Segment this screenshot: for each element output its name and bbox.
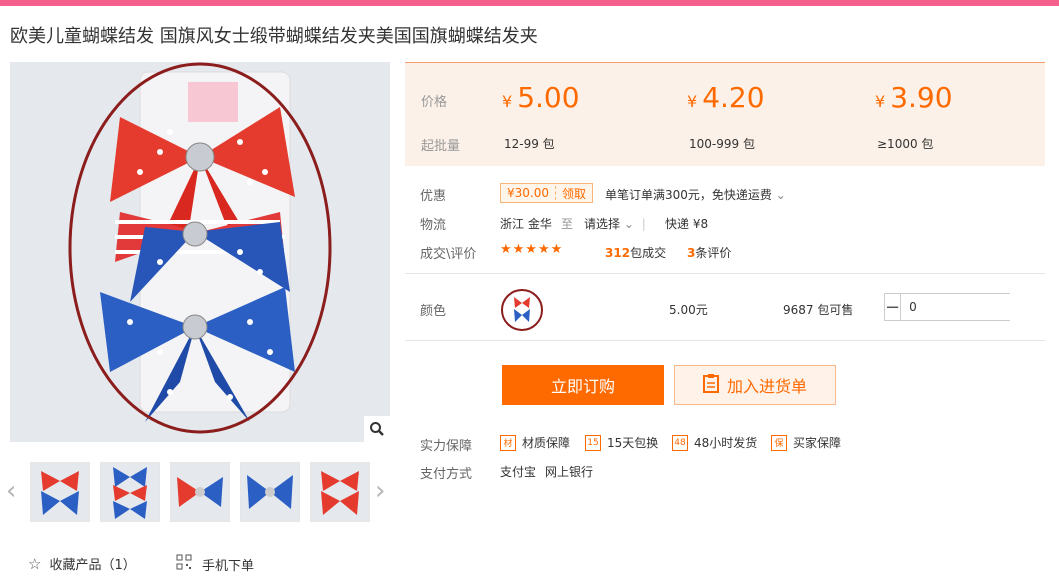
- add-to-cart-label: 加入进货单: [726, 377, 807, 396]
- price-tier-2: ¥4.20: [687, 81, 765, 114]
- guarantee-material[interactable]: 材 材质保障: [500, 434, 570, 451]
- chevron-down-icon: ⌄: [775, 188, 786, 202]
- logistics-origin: 浙江 金华: [500, 217, 552, 231]
- logistics-label: 物流: [420, 218, 447, 233]
- color-swatch[interactable]: [501, 289, 543, 331]
- thumbnail-3[interactable]: [170, 462, 230, 522]
- payment-online-bank: 网上银行: [545, 465, 594, 479]
- divider: [405, 273, 1045, 274]
- rating-stars: ★★★★★: [500, 242, 564, 257]
- guarantee-shipping[interactable]: 48 48小时发货: [672, 434, 757, 451]
- shield-icon: 保: [771, 434, 787, 451]
- chevron-down-icon: ⌄: [623, 217, 634, 231]
- sales-label: 成交\评价: [420, 247, 477, 262]
- variant-price: 5.00元: [669, 303, 708, 317]
- guarantee-exchange[interactable]: 15 15天包换: [585, 434, 658, 451]
- sold-count[interactable]: 312包成交: [605, 244, 666, 261]
- mobile-order-button[interactable]: 手机下单: [176, 554, 254, 574]
- review-count[interactable]: 3条评价: [687, 244, 731, 261]
- zoom-icon[interactable]: [364, 416, 390, 442]
- guarantee-buyer[interactable]: 保 买家保障: [771, 434, 841, 451]
- material-icon: 材: [500, 434, 516, 451]
- decrement-button[interactable]: −: [885, 294, 901, 320]
- price-panel: 价格 起批量 ¥5.00 12-99 包 ¥4.20 100-999 包 ¥3.…: [405, 62, 1045, 166]
- logistics-destination-select[interactable]: 请选择 ⌄ |: [584, 215, 646, 232]
- promo-desc[interactable]: 单笔订单满300元，免快递运费 ⌄: [605, 186, 786, 203]
- thumbnail-next-icon[interactable]: ›: [375, 478, 385, 504]
- calendar-15-icon: 15: [585, 434, 601, 451]
- add-to-cart-button[interactable]: 加入进货单: [674, 365, 836, 405]
- color-label: 颜色: [420, 304, 447, 319]
- thumbnail-1[interactable]: [30, 462, 90, 522]
- main-product-image[interactable]: [10, 62, 390, 442]
- price-tier-3: ¥3.90: [875, 81, 953, 114]
- qty-tier-1: 12-99 包: [504, 137, 555, 151]
- product-title: 欧美儿童蝴蝶结发 国旗风女士缎带蝴蝶结发夹美国国旗蝴蝶结发夹: [10, 26, 538, 47]
- clock-48-icon: 48: [672, 434, 688, 451]
- service-label: 实力保障: [420, 439, 473, 454]
- thumbnail-2[interactable]: [100, 462, 160, 522]
- mobile-order-label: 手机下单: [202, 558, 255, 574]
- qr-code-icon: [176, 554, 192, 574]
- coupon-button[interactable]: ¥30.00 领取: [500, 183, 594, 203]
- quantity-stepper[interactable]: − +: [884, 293, 1059, 321]
- favorite-label: 收藏产品（1）: [49, 558, 136, 573]
- hair-bow-photo: [10, 62, 390, 442]
- thumbnail-4[interactable]: [240, 462, 300, 522]
- price-label: 价格: [421, 95, 448, 110]
- thumbnail-prev-icon[interactable]: ‹: [6, 478, 16, 504]
- star-outline-icon: ☆: [28, 554, 42, 573]
- coupon-claim: 领取: [562, 186, 587, 201]
- qty-tier-2: 100-999 包: [689, 137, 755, 151]
- logistics-to: 至: [561, 217, 574, 231]
- moq-label: 起批量: [421, 139, 461, 154]
- clipboard-icon: [702, 373, 719, 397]
- qty-tier-3: ≥1000 包: [877, 137, 934, 151]
- quantity-input[interactable]: [900, 294, 1059, 320]
- order-now-button[interactable]: 立即订购: [502, 365, 664, 405]
- logistics-express-fee: 快递 ¥8: [665, 217, 709, 231]
- payment-label: 支付方式: [420, 467, 473, 482]
- thumbnail-5[interactable]: [310, 462, 370, 522]
- divider: [405, 340, 1045, 341]
- variant-stock: 9687 包可售: [783, 303, 854, 317]
- payment-alipay: 支付宝: [500, 465, 537, 479]
- coupon-amount: ¥30.00: [507, 186, 549, 200]
- promo-label: 优惠: [420, 189, 447, 204]
- top-accent-bar: [0, 0, 1059, 6]
- favorite-button[interactable]: ☆ 收藏产品（1）: [28, 554, 136, 574]
- price-tier-1: ¥5.00: [502, 81, 580, 114]
